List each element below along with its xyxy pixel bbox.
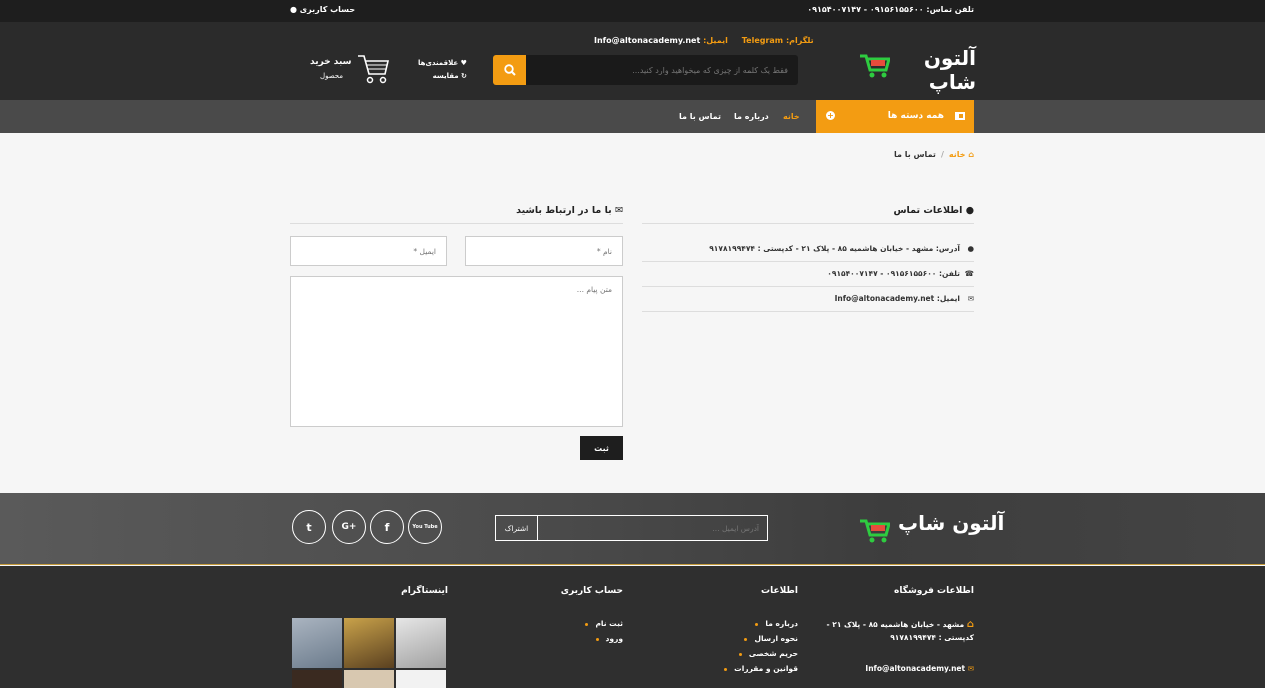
footer-top: آلتون شاپ اشتراک t G+ f You Tube	[0, 493, 1265, 565]
top-bar: تلفن تماس: ۰۹۱۵۶۱۵۵۶۰۰ - ۰۹۱۵۴۰۰۷۱۴۷ ● ح…	[0, 0, 1265, 22]
footer-link-privacy[interactable]: حریم شخصی	[739, 649, 798, 658]
logo-text: آلتون شاپ	[923, 46, 976, 94]
cart-logo-icon	[860, 54, 890, 78]
compare-label: مقایسه	[432, 72, 459, 80]
contact-email: ایمیل: Info@altonacademy.net	[834, 294, 960, 303]
contact-address-row: ● آدرس: مشهد - خیابان هاشمیه ۸۵ - پلاک ۲۱…	[642, 237, 974, 262]
footer-link-register[interactable]: ثبت نام	[585, 619, 623, 628]
form-title: ✉ با ما در ارتباط باشید	[516, 205, 623, 216]
search-icon	[503, 64, 516, 76]
contact-info-divider	[642, 223, 974, 224]
facebook-icon[interactable]: f	[370, 510, 404, 544]
breadcrumb-current: تماس با ما	[893, 150, 936, 159]
contact-phone-row: ☎ تلفن: ۰۹۱۵۶۱۵۵۶۰۰ - ۰۹۱۵۴۰۰۷۱۴۷	[642, 262, 974, 287]
instagram-photo[interactable]	[344, 618, 394, 668]
footer-link-shipping[interactable]: نحوه ارسال	[744, 634, 798, 643]
envelope-icon: ✉	[967, 294, 974, 303]
cart[interactable]: سبد خرید محصول	[310, 52, 390, 92]
name-input[interactable]	[465, 236, 623, 266]
instagram-photo[interactable]	[396, 618, 446, 668]
newsletter-button[interactable]: اشتراک	[496, 516, 538, 540]
breadcrumb-home-label: خانه	[948, 150, 966, 159]
instagram-photo[interactable]	[292, 618, 342, 668]
logo[interactable]: آلتون شاپ	[858, 44, 976, 94]
heart-icon: ♥	[460, 59, 467, 67]
envelope-icon: ✉	[615, 205, 623, 216]
footer-link-terms[interactable]: قوانین و مقررات	[724, 664, 798, 673]
contact-address: آدرس: مشهد - خیابان هاشمیه ۸۵ - پلاک ۲۱ …	[709, 244, 960, 253]
breadcrumb: ⌂ خانه/تماس با ما	[893, 150, 974, 159]
footer-instagram-title: اینستاگرام	[401, 586, 448, 596]
telegram-link[interactable]: تلگرام: Telegram	[739, 36, 814, 45]
footer-store-address: ⌂ مشهد - خیابان هاشمیه ۸۵ - پلاک ۲۱ - کد…	[824, 618, 974, 644]
all-categories-button[interactable]: همه دسته ها +	[816, 100, 974, 133]
instagram-photo[interactable]	[292, 670, 342, 688]
main-nav: همه دسته ها + خانه درباره ما تماس با ما	[0, 100, 1265, 133]
footer-email-text: Info@altonacademy.net	[865, 664, 966, 673]
search-input[interactable]	[526, 55, 798, 85]
email-link[interactable]: ایمیل: Info@altonacademy.net	[594, 36, 728, 45]
footer-info-title: اطلاعات	[761, 586, 798, 596]
envelope-icon: ✉	[967, 664, 974, 673]
youtube-icon[interactable]: You Tube	[408, 510, 442, 544]
account-link[interactable]: ● حساب کاربری	[290, 5, 355, 14]
all-categories-label: همه دسته ها	[887, 111, 944, 121]
telegram-label: تلگرام:	[785, 36, 814, 45]
header-contacts: تلگرام: Telegram ایمیل: Info@altonacadem…	[594, 36, 814, 45]
cart-logo-icon	[860, 519, 890, 543]
email-input[interactable]	[290, 236, 447, 266]
map-marker-icon: ●	[967, 244, 974, 253]
twitter-icon[interactable]: t	[292, 510, 326, 544]
wishlist-link[interactable]: ♥ علاقمندی‌ها	[418, 57, 467, 70]
home-icon: ⌂	[966, 619, 974, 630]
cart-subtitle: محصول	[320, 72, 344, 80]
search-button[interactable]	[493, 55, 526, 85]
wishlist-label: علاقمندی‌ها	[418, 59, 459, 67]
user-icon: ●	[290, 5, 297, 14]
email-label: ایمیل:	[703, 36, 728, 45]
footer-logo-text[interactable]: آلتون شاپ	[898, 511, 1004, 535]
footer-link-about[interactable]: درباره ما	[755, 619, 798, 628]
newsletter: اشتراک	[495, 515, 768, 541]
newsletter-input[interactable]	[538, 516, 767, 540]
footer-address-text: مشهد - خیابان هاشمیه ۸۵ - پلاک ۲۱ - کدپس…	[826, 620, 974, 642]
search-bar	[493, 55, 798, 85]
email-value: Info@altonacademy.net	[594, 36, 701, 45]
phone-icon: ☎	[964, 269, 974, 278]
instagram-photo[interactable]	[344, 670, 394, 688]
message-textarea[interactable]	[290, 276, 623, 427]
form-title-text: با ما در ارتباط باشید	[516, 205, 612, 216]
submit-button[interactable]: ثبت	[580, 436, 623, 460]
contact-email-row: ✉ ایمیل: Info@altonacademy.net	[642, 287, 974, 312]
contact-phone: تلفن: ۰۹۱۵۶۱۵۵۶۰۰ - ۰۹۱۵۴۰۰۷۱۴۷	[827, 269, 960, 278]
wishlist-compare: ♥ علاقمندی‌ها ↻ مقایسه	[418, 57, 467, 83]
footer-store-email[interactable]: ✉ Info@altonacademy.net	[865, 664, 974, 673]
compare-link[interactable]: ↻ مقایسه	[418, 70, 467, 83]
nav-contact[interactable]: تماس با ما	[679, 112, 721, 121]
nav-home[interactable]: خانه	[783, 112, 800, 121]
refresh-icon: ↻	[461, 72, 467, 80]
google-plus-icon[interactable]: G+	[332, 510, 366, 544]
plus-icon: +	[826, 111, 835, 120]
footer-account-title: حساب کاربری	[560, 586, 623, 596]
telegram-value: Telegram	[741, 36, 784, 45]
cart-title: سبد خرید	[310, 57, 352, 67]
footer-link-login[interactable]: ورود	[596, 634, 624, 643]
cart-icon	[358, 55, 390, 84]
instagram-photo[interactable]	[396, 670, 446, 688]
form-divider	[290, 223, 623, 224]
user-icon: ●	[965, 205, 974, 216]
contact-info-title-text: اطلاعات تماس	[893, 205, 963, 216]
footer-store-title: اطلاعات فروشگاه	[894, 586, 974, 596]
top-phone: تلفن تماس: ۰۹۱۵۶۱۵۵۶۰۰ - ۰۹۱۵۴۰۰۷۱۴۷	[807, 5, 974, 14]
contact-info-title: ● اطلاعات تماس	[893, 205, 974, 216]
breadcrumb-home[interactable]: ⌂ خانه	[949, 150, 974, 159]
account-label: حساب کاربری	[299, 5, 356, 14]
header: آلتون شاپ تلگرام: Telegram ایمیل: Info@a…	[0, 22, 1265, 100]
nav-about[interactable]: درباره ما	[734, 112, 769, 121]
menu-icon	[955, 112, 965, 120]
footer: اطلاعات فروشگاه ⌂ مشهد - خیابان هاشمیه ۸…	[0, 566, 1265, 688]
